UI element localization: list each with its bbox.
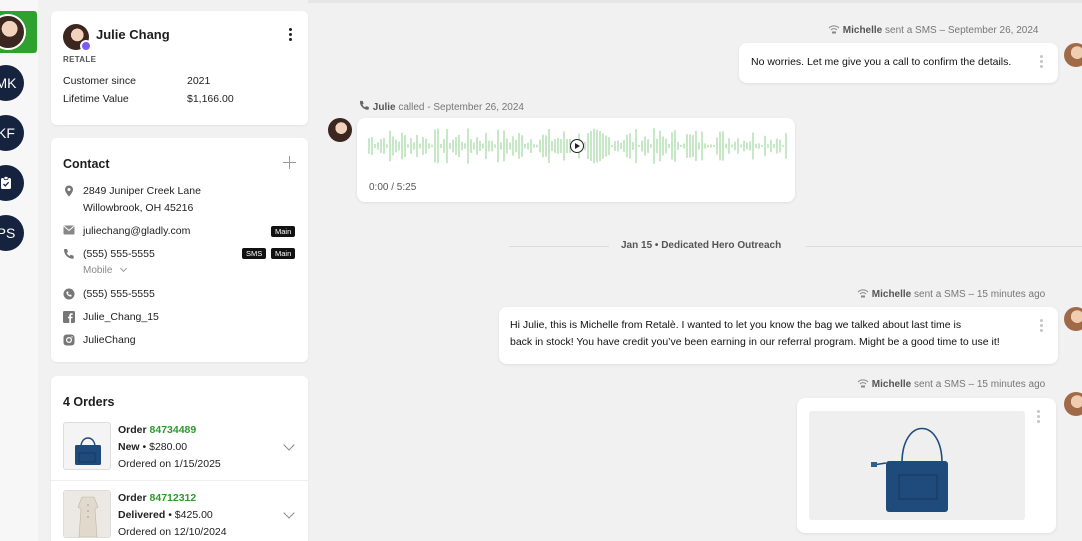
order-date: Ordered on 12/10/2024: [118, 526, 227, 538]
expand-chevron-icon[interactable]: [283, 507, 295, 519]
agent-avatar: [1064, 392, 1082, 416]
contact-whatsapp[interactable]: (555) 555-5555: [83, 288, 155, 300]
sms-signal-icon: [857, 289, 869, 298]
order-status-line: Delivered • $425.00: [118, 509, 213, 521]
whatsapp-icon: [63, 288, 75, 300]
message-more-icon[interactable]: [1039, 319, 1043, 332]
sms-meta: Michelle sent a SMS – 15 minutes ago: [857, 378, 1045, 390]
conversation-top-border: [308, 0, 1082, 3]
lifetime-value-value: $1,166.00: [187, 93, 234, 105]
order-status-line: New • $280.00: [118, 441, 188, 453]
sms-bubble[interactable]: No worries. Let me give you a call to co…: [739, 43, 1058, 83]
phone-sms-tag: SMS: [242, 248, 267, 259]
profile-more-icon[interactable]: [288, 28, 292, 41]
order-date: Ordered on 1/15/2025: [118, 458, 221, 470]
rail-item-kf[interactable]: KF: [0, 115, 24, 151]
contact-phone[interactable]: (555) 555-5555: [83, 248, 155, 260]
phone-type-select[interactable]: Mobile: [83, 264, 128, 276]
customer-profile-panel: Julie Chang RETALE Customer since 2021 L…: [51, 11, 308, 125]
lifetime-value-label: Lifetime Value: [63, 93, 129, 105]
audio-time: 0:00 / 5:25: [369, 182, 417, 193]
sms-meta: Michelle sent a SMS – 15 minutes ago: [857, 288, 1045, 300]
order-number-link[interactable]: 84712312: [150, 492, 197, 504]
message-more-icon[interactable]: [1036, 410, 1040, 423]
phone-main-tag: Main: [271, 248, 296, 259]
contact-facebook[interactable]: Julie_Chang_15: [83, 311, 159, 323]
message-text-line1: Hi Julie, this is Michelle from Retalè. …: [510, 319, 962, 331]
call-recording-bubble: [357, 118, 795, 202]
agent-avatar: [1064, 43, 1082, 67]
message-more-icon[interactable]: [1039, 55, 1043, 68]
day-separator-label: Jan 15 • Dedicated Hero Outreach: [621, 240, 782, 251]
clipboard-icon: [1, 176, 11, 189]
orders-title: 4 Orders: [63, 395, 115, 409]
contact-instagram[interactable]: JulieChang: [83, 334, 136, 346]
sms-signal-icon: [857, 379, 869, 388]
bag-image: [871, 427, 948, 512]
email-main-tag: Main: [271, 226, 296, 237]
sms-bubble[interactable]: Hi Julie, this is Michelle from Retalè. …: [499, 307, 1058, 364]
customer-name: Julie Chang: [96, 27, 170, 42]
phone-type-value: Mobile: [83, 265, 113, 276]
sms-signal-icon: [828, 25, 840, 34]
order-thumbnail-dress: [63, 490, 111, 538]
instagram-icon: [63, 334, 75, 346]
customer-since-value: 2021: [187, 75, 211, 87]
sms-meta: Michelle sent a SMS – September 26, 2024: [828, 24, 1038, 36]
rail-item-clipboard[interactable]: [0, 165, 24, 201]
agent-avatar: [1064, 307, 1082, 331]
product-image-bag[interactable]: [809, 411, 1025, 520]
call-meta: Julie called - September 26, 2024: [359, 100, 524, 113]
rail-item-active-customer[interactable]: [0, 11, 37, 53]
day-separator-line: [509, 246, 609, 247]
add-contact-icon[interactable]: [283, 156, 296, 169]
message-text-line2: back in stock! You have credit you’ve be…: [510, 336, 1000, 348]
contact-email[interactable]: juliechang@gladly.com: [83, 225, 190, 237]
order-thumbnail-bag: [63, 422, 111, 470]
day-separator-line: [806, 246, 1082, 247]
customer-status-badge: [80, 40, 92, 52]
orders-panel: 4 Orders Order 84734489 New • $280.00 Or…: [51, 376, 308, 541]
address-line1: 2849 Juniper Creek Lane: [83, 185, 201, 197]
phone-call-icon: [359, 100, 369, 110]
left-rail: MK KF PS: [0, 0, 38, 541]
rail-item-mk[interactable]: MK: [0, 65, 24, 101]
mail-icon: [63, 225, 75, 237]
order-number-line: Order 84712312: [118, 492, 197, 504]
order-number-line: Order 84734489: [118, 424, 197, 436]
customer-org: RETALE: [63, 55, 97, 64]
location-pin-icon: [63, 185, 75, 197]
phone-icon: [63, 248, 75, 260]
customer-avatar-message: [328, 118, 352, 142]
contact-panel: Contact 2849 Juniper Creek Lane Willowbr…: [51, 138, 308, 362]
customer-since-label: Customer since: [63, 75, 136, 87]
customer-avatar: [0, 14, 26, 50]
facebook-icon: [63, 311, 75, 323]
order-divider: [51, 480, 308, 481]
message-text: No worries. Let me give you a call to co…: [751, 56, 1012, 68]
order-number-link[interactable]: 84734489: [150, 424, 197, 436]
play-icon[interactable]: [570, 139, 584, 153]
rail-item-ps[interactable]: PS: [0, 215, 24, 251]
chevron-down-icon: [120, 264, 128, 273]
contact-title: Contact: [63, 157, 110, 171]
expand-chevron-icon[interactable]: [283, 439, 295, 451]
address-line2: Willowbrook, OH 45216: [83, 202, 194, 214]
